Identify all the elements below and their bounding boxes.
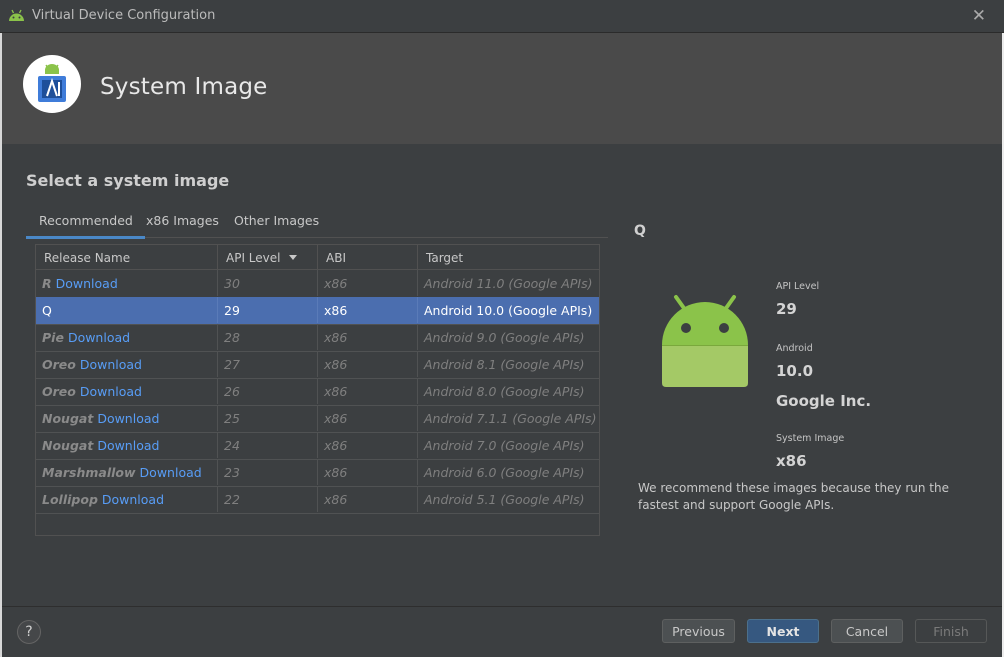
release-name-cell: Lollipop Download	[36, 486, 217, 512]
sort-descending-icon	[289, 255, 298, 260]
target-cell: Android 7.0 (Google APIs)	[417, 432, 599, 458]
title-bar: Virtual Device Configuration ✕	[0, 0, 1004, 33]
header-title: System Image	[100, 74, 268, 100]
table-row[interactable]: Oreo Download 27 x86 Android 8.1 (Google …	[36, 351, 599, 379]
android-robot-icon	[662, 295, 748, 387]
target-cell: Android 8.0 (Google APIs)	[417, 378, 599, 404]
table-row[interactable]: Lollipop Download 22 x86 Android 5.1 (Goo…	[36, 486, 599, 514]
target-cell: Android 9.0 (Google APIs)	[417, 324, 599, 350]
help-button[interactable]: ?	[17, 620, 41, 644]
abi-cell: x86	[317, 351, 417, 377]
android-version-value: 10.0	[776, 362, 814, 380]
target-cell: Android 11.0 (Google APIs)	[417, 270, 599, 296]
window-title: Virtual Device Configuration	[32, 8, 216, 23]
download-link[interactable]: Download	[102, 492, 164, 507]
section-title: Select a system image	[26, 171, 230, 190]
api-level-cell: 26	[217, 378, 317, 404]
android-version-label: Android	[776, 343, 813, 354]
previous-button[interactable]: Previous	[662, 619, 735, 643]
target-cell: Android 8.1 (Google APIs)	[417, 351, 599, 377]
download-link[interactable]: Download	[97, 438, 159, 453]
api-level-cell: 29	[217, 297, 317, 323]
api-level-cell: 23	[217, 459, 317, 485]
api-level-label: API Level	[776, 281, 820, 292]
abi-cell: x86	[317, 432, 417, 458]
download-link[interactable]: Download	[80, 357, 142, 372]
api-level-cell: 25	[217, 405, 317, 431]
release-name-cell: Pie Download	[36, 324, 217, 350]
release-name: Oreo	[42, 384, 76, 399]
target-cell: Android 7.1.1 (Google APIs)	[417, 405, 599, 431]
release-name-cell: Oreo Download	[36, 351, 217, 377]
image-tabs: Recommended x86 Images Other Images	[26, 208, 608, 239]
table-header: Release Name API Level ABI Target	[36, 245, 599, 270]
android-icon	[9, 9, 24, 21]
abi-cell: x86	[317, 297, 417, 323]
abi-cell: x86	[317, 486, 417, 512]
release-name: Marshmallow	[42, 465, 136, 480]
abi-cell: x86	[317, 324, 417, 350]
abi-cell: x86	[317, 405, 417, 431]
selected-image-name: Q	[634, 223, 646, 239]
release-name: R	[42, 276, 52, 291]
tab-x86-images[interactable]: x86 Images	[146, 213, 219, 228]
release-name-cell: Nougat Download	[36, 432, 217, 458]
release-name: Oreo	[42, 357, 76, 372]
system-image-label: System Image	[776, 433, 845, 444]
close-icon[interactable]: ✕	[972, 6, 986, 26]
target-cell: Android 10.0 (Google APIs)	[417, 297, 599, 323]
api-level-cell: 24	[217, 432, 317, 458]
download-link[interactable]: Download	[97, 411, 159, 426]
download-link[interactable]: Download	[80, 384, 142, 399]
table-row[interactable]: Oreo Download 26 x86 Android 8.0 (Google …	[36, 378, 599, 406]
target-cell: Android 5.1 (Google APIs)	[417, 486, 599, 512]
target-cell: Android 6.0 (Google APIs)	[417, 459, 599, 485]
footer-divider	[2, 606, 1002, 607]
column-header-target[interactable]: Target	[417, 245, 599, 269]
release-name-cell: Nougat Download	[36, 405, 217, 431]
cancel-button[interactable]: Cancel	[831, 619, 903, 643]
api-level-label: API Level	[226, 251, 281, 265]
table-row[interactable]: Nougat Download 24 x86 Android 7.0 (Googl…	[36, 432, 599, 460]
column-header-release-name[interactable]: Release Name	[36, 245, 217, 269]
release-name: Pie	[42, 330, 64, 345]
android-studio-logo	[23, 55, 81, 113]
table-row[interactable]: Marshmallow Download 23 x86 Android 6.0 (…	[36, 459, 599, 487]
wizard-header: System Image	[2, 33, 1002, 144]
tab-other-images[interactable]: Other Images	[234, 213, 319, 228]
api-level-cell: 22	[217, 486, 317, 512]
finish-button[interactable]: Finish	[915, 619, 987, 643]
release-name: Nougat	[42, 411, 94, 426]
release-name-cell: Marshmallow Download	[36, 459, 217, 485]
download-link[interactable]: Download	[140, 465, 202, 480]
abi-cell: x86	[317, 270, 417, 296]
recommendation-text: We recommend these images because they r…	[638, 481, 950, 512]
api-level-cell: 30	[217, 270, 317, 296]
release-name-cell: R Download	[36, 270, 217, 296]
abi-cell: x86	[317, 378, 417, 404]
table-row[interactable]: R Download 30 x86 Android 11.0 (Google AP…	[36, 270, 599, 298]
column-header-abi[interactable]: ABI	[317, 245, 417, 269]
table-row[interactable]: Pie Download 28 x86 Android 9.0 (Google A…	[36, 324, 599, 352]
api-level-cell: 27	[217, 351, 317, 377]
release-name-cell: Q	[42, 303, 52, 318]
release-name-cell: Oreo Download	[36, 378, 217, 404]
download-link[interactable]: Download	[56, 276, 118, 291]
system-image-table: Release Name API Level ABI Target R Downl…	[35, 244, 600, 536]
system-image-value: x86	[776, 452, 807, 470]
release-name: Nougat	[42, 438, 94, 453]
release-name: Lollipop	[42, 492, 98, 507]
next-button[interactable]: Next	[747, 619, 819, 643]
download-link[interactable]: Download	[68, 330, 130, 345]
column-header-api-level[interactable]: API Level	[217, 245, 317, 269]
api-level-cell: 28	[217, 324, 317, 350]
table-row-selected[interactable]: Q 29 x86 Android 10.0 (Google APIs)	[36, 297, 599, 325]
api-level-value: 29	[776, 300, 797, 318]
tab-recommended[interactable]: Recommended	[26, 213, 145, 239]
table-row[interactable]: Nougat Download 25 x86 Android 7.1.1 (Goo…	[36, 405, 599, 433]
vendor-name: Google Inc.	[776, 392, 872, 410]
abi-cell: x86	[317, 459, 417, 485]
